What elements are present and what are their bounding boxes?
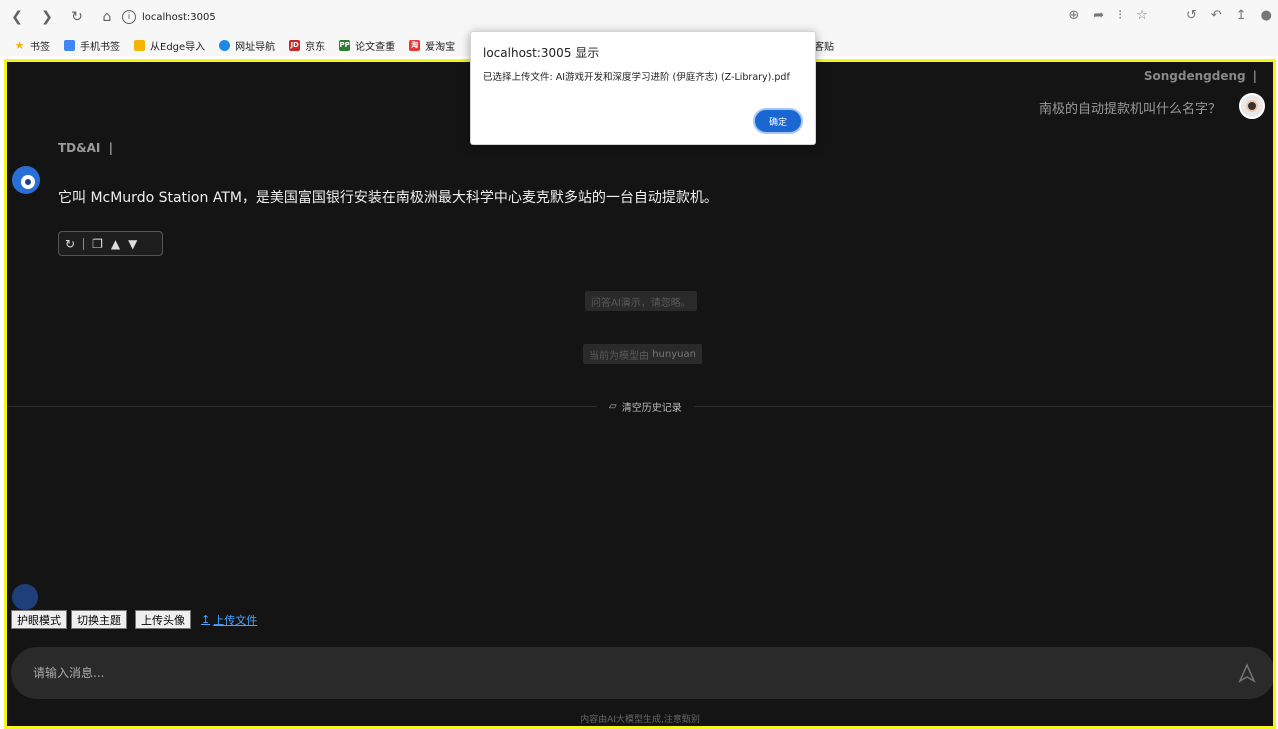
collections-icon[interactable]: ↺	[1186, 8, 1197, 23]
clear-history-label: 清空历史记录	[621, 402, 682, 414]
tool-row: 护眼模式 切换主题 上传头像 ↥ 上传文件	[11, 610, 257, 629]
url-text: localhost:3005	[142, 11, 216, 23]
dialog-message: 已选择上传文件: AI游戏开发和深度学习进阶 (伊庭齐志) (Z-Library…	[483, 72, 790, 83]
ai-message-actions: ↻ ❐ ▲ ▼	[58, 231, 163, 256]
history-icon[interactable]: ↶	[1211, 8, 1222, 23]
bookmark-item[interactable]: 客贴	[814, 38, 834, 53]
regenerate-icon[interactable]: ↻	[65, 237, 75, 251]
bookmark-label: 手机书签	[80, 41, 120, 53]
model-notice-prefix: 当前为模型由	[589, 350, 649, 362]
upload-avatar-button[interactable]: 上传头像	[135, 610, 191, 629]
alert-dialog: localhost:3005 显示 已选择上传文件: AI游戏开发和深度学习进阶…	[470, 31, 816, 145]
clear-history-button[interactable]: ▱ 清空历史记录	[597, 397, 694, 415]
mobile-bookmark-icon	[64, 39, 75, 51]
ai-name: TD&AI |	[58, 141, 113, 155]
taobao-icon: 淘	[409, 39, 421, 51]
ai-avatar	[12, 166, 40, 194]
user-name: Songdengdeng |	[1144, 69, 1257, 83]
download-icon[interactable]: ↥	[1236, 8, 1247, 23]
floating-ball[interactable]	[12, 584, 38, 610]
bookmark-item[interactable]: 淘爱淘宝	[409, 38, 455, 53]
upload-file-label: 上传文件	[213, 613, 258, 627]
upload-icon: ↥	[201, 613, 211, 626]
ai-name-text: TD&AI	[58, 141, 101, 155]
bookmark-label: 论文查重	[355, 41, 396, 53]
ai-logo-dot	[25, 179, 31, 185]
send-icon[interactable]	[1237, 663, 1257, 683]
model-notice: 当前为模型由 hunyuan	[583, 344, 702, 364]
user-avatar	[1239, 93, 1265, 119]
thumbs-down-icon[interactable]: ▼	[128, 237, 137, 251]
bookmark-label: 网址导航	[235, 41, 276, 53]
copy-icon[interactable]: ❐	[92, 237, 103, 251]
ai-name-cursor: |	[108, 141, 113, 155]
bookmark-label: 书签	[30, 41, 50, 53]
profile-icon[interactable]: ●	[1261, 8, 1272, 23]
dialog-title: localhost:3005 显示	[483, 46, 600, 60]
back-icon[interactable]: ❮	[4, 4, 30, 30]
bookmark-label: 从Edge导入	[150, 41, 206, 53]
extension-icon[interactable]: ⁝	[1118, 8, 1122, 23]
broom-icon: ▱	[609, 400, 617, 412]
thumbs-up-icon[interactable]: ▲	[111, 237, 120, 251]
bookmark-item[interactable]: PP 论文查重	[339, 38, 395, 53]
jd-icon: JD	[289, 39, 301, 51]
chat-page: Songdengdeng | 南极的自动提款机叫什么名字？ TD&AI | 它叫 …	[4, 59, 1276, 729]
eye-mode-button[interactable]: 护眼模式	[11, 610, 67, 629]
message-input-bar	[11, 647, 1273, 699]
ai-message: 它叫 McMurdo Station ATM，是美国富国银行安装在南极洲最大科学…	[58, 190, 718, 206]
upload-file-link[interactable]: ↥ 上传文件	[201, 612, 257, 628]
bookmark-item[interactable]: 网址导航	[219, 38, 275, 53]
model-name: hunyuan	[652, 348, 696, 360]
switch-theme-button[interactable]: 切换主题	[71, 610, 127, 629]
user-message: 南极的自动提款机叫什么名字？	[1038, 102, 1221, 117]
forward-icon[interactable]: ❯	[34, 4, 60, 30]
bookmark-item[interactable]: 手机书签	[64, 38, 120, 53]
folder-icon	[134, 39, 145, 51]
bookmark-label: 京东	[305, 41, 326, 53]
message-input[interactable]	[33, 666, 1213, 680]
favorite-star-icon[interactable]: ☆	[1136, 8, 1148, 23]
action-divider	[83, 237, 85, 250]
reload-icon[interactable]: ↻	[64, 4, 90, 30]
home-icon[interactable]: ⌂	[94, 4, 120, 30]
nav-icon	[219, 39, 231, 51]
user-name-text: Songdengdeng	[1143, 69, 1246, 83]
bookmark-item[interactable]: ★ 书签	[14, 38, 50, 53]
demo-notice: 问答AI演示，请忽略。	[585, 291, 697, 311]
footer-disclaimer: 内容由AI大模型生成,注意甄别	[580, 715, 700, 725]
zoom-icon[interactable]: ⊕	[1068, 8, 1079, 23]
site-info-icon[interactable]: i	[122, 10, 136, 24]
bookmark-item[interactable]: 从Edge导入	[134, 38, 205, 53]
demo-notice-text: 问答AI演示，请忽略。	[591, 297, 691, 309]
bookmark-item[interactable]: JD 京东	[289, 38, 325, 53]
dialog-ok-button[interactable]: 确定	[753, 108, 803, 134]
read-aloud-icon[interactable]: ➦	[1093, 8, 1104, 23]
browser-right-icons: ⊕ ➦ ⁝ ☆ ↺ ↶ ↥ ●	[1068, 8, 1272, 23]
pp-icon: PP	[339, 39, 351, 51]
avatar-face-icon	[1246, 100, 1258, 112]
star-icon: ★	[14, 38, 25, 52]
user-name-cursor: |	[1252, 69, 1257, 83]
bookmark-label: 爱淘宝	[425, 41, 456, 53]
